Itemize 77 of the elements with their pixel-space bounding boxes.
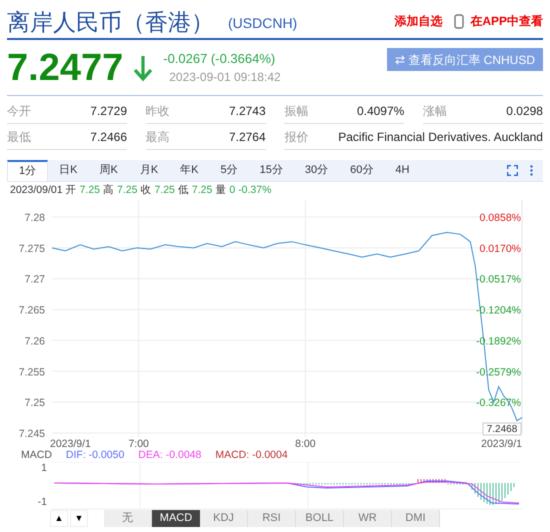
y-axis-label: 7.255 [18,366,45,378]
stat-value: 0.0298 [506,102,543,120]
period-tab[interactable]: 1分 [7,160,48,181]
bar-field-value: 7.25 [192,183,212,198]
percent-axis-label: 0.0170% [480,242,521,255]
period-tab[interactable]: 年K [169,160,210,181]
bar-field-label: 高 [103,183,114,198]
y-axis-label: 7.25 [24,397,45,410]
down-arrow-icon [133,54,154,82]
period-tab[interactable]: 日K [48,160,88,181]
y-axis-label: 7.245 [18,428,45,440]
y-axis-label: 7.28 [24,212,45,224]
page-title: 离岸人民币（香港） [7,8,214,36]
indicator-tab[interactable]: KDJ [200,510,248,527]
y-axis-label: 7.265 [18,304,45,317]
stat-value: 7.2466 [90,128,127,146]
stat-value: 7.2743 [228,102,266,120]
stat-label: 涨幅 [422,102,447,120]
macd-scale-label: -1 [38,496,47,508]
phone-icon [454,14,464,28]
stat-label: 最高 [146,128,170,146]
bar-change: -0.37% [238,183,272,198]
stat-value: Pacific Financial Derivatives. Auckland [338,128,543,146]
period-tab[interactable]: 4H [384,160,420,181]
indicator-name: MACD [21,448,52,464]
stat-label: 昨收 [146,102,170,120]
bar-field-label: 开 [66,183,77,198]
bar-field-value: 7.25 [117,183,138,198]
y-axis-label: 7.26 [24,335,45,348]
x-axis-label: 7:00 [128,438,149,450]
percent-axis-label: 0.0858% [480,212,521,224]
view-in-app-link[interactable]: 在APP中查看 [470,12,543,30]
add-watchlist-link[interactable]: 添加自选 [394,12,442,30]
dif-value: DIF: -0.0050 [66,448,124,464]
fullscreen-icon[interactable] [507,165,518,176]
indicator-tab[interactable]: MACD [152,510,200,527]
bar-field-label: 收 [140,183,152,198]
stat-value: 7.2764 [228,128,266,146]
more-menu-icon[interactable] [530,165,533,176]
x-axis-label: 8:00 [295,438,316,450]
bar-field-value: 7.25 [80,183,100,198]
scroll-down-button[interactable]: ▼ [70,510,88,527]
x-axis-label: 2023/9/1 [481,438,522,450]
bar-field-value: 0 [229,183,236,198]
period-tab[interactable]: 月K [128,160,170,181]
stat-label: 最低 [7,128,31,146]
indicator-tab[interactable]: DMI [392,510,440,527]
dea-value: DEA: -0.0048 [138,448,202,464]
price-change: -0.0267 (-0.3664%) [163,50,276,68]
quote-time: 2023-09-01 09:18:42 [169,69,281,86]
period-tab[interactable]: 30分 [294,160,340,181]
period-tab[interactable]: 周K [88,160,129,181]
period-tab[interactable]: 60分 [339,160,384,181]
macd-value: MACD: -0.0004 [215,448,288,464]
stat-value: 7.2729 [90,102,127,120]
scroll-up-button[interactable]: ▲ [50,510,68,527]
bar-field-value: 7.25 [154,183,175,198]
bar-field-label: 量 [215,183,226,198]
y-axis-label: 7.27 [24,274,45,286]
indicator-tab[interactable]: RSI [248,510,296,527]
bar-field-label: 低 [178,183,189,198]
bar-date: 2023/09/01 [10,183,63,198]
period-tab[interactable]: 15分 [248,160,294,181]
indicator-tab[interactable]: BOLL [296,510,344,527]
stat-label: 振幅 [284,102,308,120]
last-price-tag: 7.2468 [482,422,522,436]
y-axis-label: 7.275 [18,242,45,255]
stat-label: 报价 [284,128,308,146]
stat-label: 今开 [7,102,31,120]
current-price: 7.2477 [7,48,124,86]
symbol-code: (USDCNH) [228,14,298,33]
indicator-tab[interactable]: 无 [104,510,152,527]
stat-value: 0.4097% [356,102,404,120]
x-axis-label: 2023/9/1 [50,438,91,450]
indicator-tab[interactable]: WR [344,510,392,527]
macd-scale-label: 1 [41,462,47,474]
period-tab[interactable]: 5分 [210,160,249,181]
